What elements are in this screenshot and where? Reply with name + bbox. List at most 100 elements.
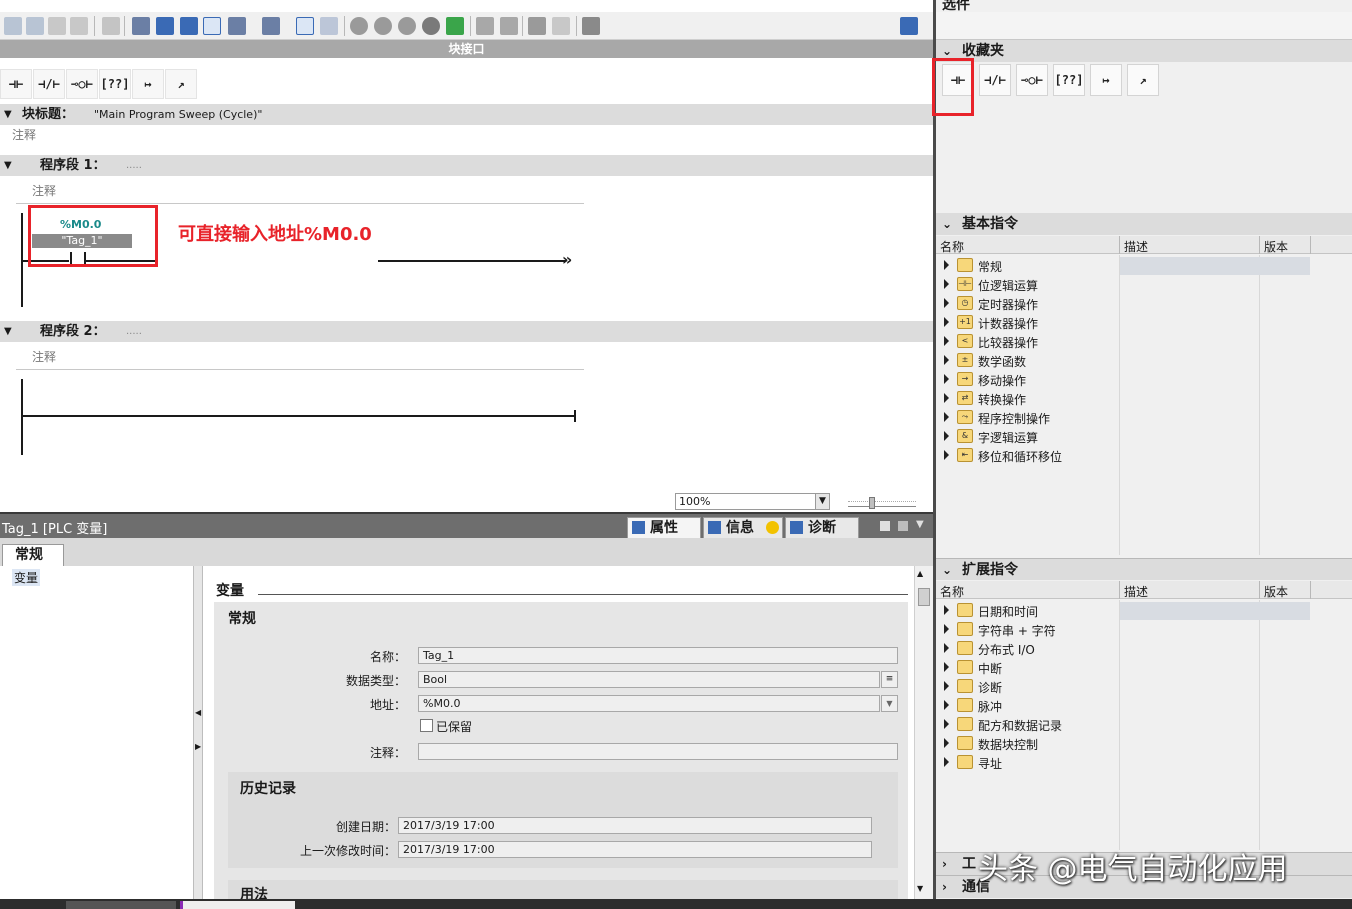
chevron-down-icon[interactable]: ▼: [815, 494, 829, 509]
fav-empty-box-button[interactable]: [??]: [1053, 64, 1085, 96]
tree-item[interactable]: 常规: [936, 256, 1352, 275]
tree-item[interactable]: 数据块控制: [936, 734, 1352, 753]
chevron-right-icon[interactable]: [944, 336, 949, 346]
compare-icon[interactable]: [422, 17, 440, 35]
float-icon[interactable]: [880, 521, 890, 531]
chevron-right-icon[interactable]: [944, 624, 949, 634]
extended-instructions-header[interactable]: ⌄ 扩展指令: [936, 558, 1352, 580]
fav-open-branch-button[interactable]: ↦: [1090, 64, 1122, 96]
nav-item-variable[interactable]: 变量: [12, 569, 41, 586]
go-online-icon[interactable]: [350, 17, 368, 35]
collapse-icon[interactable]: ▼: [4, 321, 12, 342]
network-1-header[interactable]: ▼ 程序段 1： .....: [0, 155, 933, 176]
window-icon[interactable]: [156, 17, 174, 35]
zoom-slider[interactable]: [848, 501, 916, 507]
list-icon[interactable]: [132, 17, 150, 35]
chevron-right-icon[interactable]: [944, 374, 949, 384]
tree-item[interactable]: 中断: [936, 658, 1352, 677]
scroll-thumb[interactable]: [918, 588, 930, 606]
tree-item[interactable]: 寻址: [936, 753, 1352, 772]
fav-close-branch-button[interactable]: ↗: [1127, 64, 1159, 96]
no-contact-button[interactable]: ⊣⊢: [0, 69, 32, 99]
chevron-right-icon[interactable]: [944, 450, 949, 460]
chevron-right-icon[interactable]: [944, 605, 949, 615]
tree-item[interactable]: < 比较器操作: [936, 332, 1352, 351]
col-desc[interactable]: 描述: [1124, 238, 1148, 255]
network-2-comment[interactable]: 注释: [32, 348, 56, 365]
comment-toggle-icon[interactable]: [203, 17, 221, 35]
tab-general[interactable]: 常规: [2, 544, 64, 566]
col-version[interactable]: 版本: [1264, 583, 1288, 600]
tab-info[interactable]: 信息: [703, 517, 783, 539]
tree-item[interactable]: & 字逻辑运算: [936, 427, 1352, 446]
taskbar-item[interactable]: [66, 901, 176, 909]
chevron-right-icon[interactable]: [944, 393, 949, 403]
step-into-icon[interactable]: [500, 17, 518, 35]
insert-row-icon[interactable]: [48, 17, 66, 35]
favorites-icon[interactable]: [320, 17, 338, 35]
chevron-right-icon[interactable]: [944, 317, 949, 327]
chevron-right-icon[interactable]: [944, 355, 949, 365]
network-2-header[interactable]: ▼ 程序段 2： .....: [0, 321, 933, 342]
chevron-right-icon[interactable]: [944, 298, 949, 308]
chevron-right-icon[interactable]: [944, 738, 949, 748]
datatype-field[interactable]: Bool: [418, 671, 880, 688]
chevron-down-icon[interactable]: ▼: [916, 519, 924, 530]
tree-item[interactable]: ⤳ 程序控制操作: [936, 408, 1352, 427]
chevron-down-icon[interactable]: ⌄: [942, 213, 952, 235]
chevron-right-icon[interactable]: ›: [942, 853, 947, 875]
expand-all-icon[interactable]: [228, 17, 246, 35]
network-view-icon[interactable]: [180, 17, 198, 35]
append-row-icon[interactable]: [70, 17, 88, 35]
retain-checkbox[interactable]: [420, 719, 433, 732]
comment-field[interactable]: [418, 743, 898, 760]
glasses-icon[interactable]: [552, 17, 570, 35]
tree-item[interactable]: 配方和数据记录: [936, 715, 1352, 734]
tree-item[interactable]: 分布式 I/O: [936, 639, 1352, 658]
network-2-title[interactable]: .....: [126, 321, 142, 342]
monitor-icon[interactable]: [374, 17, 392, 35]
tree-item[interactable]: 日期和时间: [936, 601, 1352, 620]
chevron-up-icon[interactable]: ▲: [917, 569, 923, 578]
block-title-header[interactable]: ▼ 块标题： "Main Program Sweep (Cycle)": [0, 104, 933, 125]
collapse-all-icon[interactable]: [262, 17, 280, 35]
tree-item[interactable]: 诊断: [936, 677, 1352, 696]
insert-network-icon[interactable]: [4, 17, 22, 35]
chevron-right-icon[interactable]: [944, 662, 949, 672]
chevron-right-icon[interactable]: [944, 279, 949, 289]
block-title-value[interactable]: "Main Program Sweep (Cycle)": [94, 104, 262, 125]
col-name[interactable]: 名称: [940, 238, 964, 255]
chevron-right-icon[interactable]: [944, 643, 949, 653]
zoom-slider-handle[interactable]: [869, 497, 875, 509]
tree-item[interactable]: 字符串 + 字符: [936, 620, 1352, 639]
chevron-right-icon[interactable]: [944, 719, 949, 729]
tree-item[interactable]: 脉冲: [936, 696, 1352, 715]
tree-item[interactable]: ◷ 定时器操作: [936, 294, 1352, 313]
name-field[interactable]: Tag_1: [418, 647, 898, 664]
tree-item[interactable]: ⊣⊢ 位逻辑运算: [936, 275, 1352, 294]
address-field[interactable]: %M0.0: [418, 695, 880, 712]
close-branch-button[interactable]: ↗: [165, 69, 197, 99]
download-icon[interactable]: [446, 17, 464, 35]
tree-item[interactable]: +1 计数器操作: [936, 313, 1352, 332]
tree-item[interactable]: ± 数学函数: [936, 351, 1352, 370]
chevron-down-icon[interactable]: ▼: [881, 695, 898, 712]
step-icon[interactable]: [476, 17, 494, 35]
col-desc[interactable]: 描述: [1124, 583, 1148, 600]
favorites-header[interactable]: ⌄ 收藏夹: [936, 40, 1352, 62]
inspector-scrollbar[interactable]: ▲ ▼: [914, 566, 933, 899]
chevron-right-icon[interactable]: [944, 412, 949, 422]
empty-box-button[interactable]: [??]: [99, 69, 131, 99]
collapse-icon[interactable]: ▼: [4, 104, 12, 125]
db-icon[interactable]: [102, 17, 120, 35]
delete-network-icon[interactable]: [26, 17, 44, 35]
chevron-down-icon[interactable]: ⌄: [942, 559, 952, 581]
tab-diagnostics[interactable]: 诊断: [785, 517, 859, 539]
col-version[interactable]: 版本: [1264, 238, 1288, 255]
open-branch-button[interactable]: ↦: [132, 69, 164, 99]
zoom-select[interactable]: 100% ▼: [675, 493, 830, 510]
collapse-icon[interactable]: ▼: [4, 155, 12, 176]
chevron-right-icon[interactable]: [944, 700, 949, 710]
absolute-operand-icon[interactable]: [296, 17, 314, 35]
chevron-right-icon[interactable]: [944, 431, 949, 441]
